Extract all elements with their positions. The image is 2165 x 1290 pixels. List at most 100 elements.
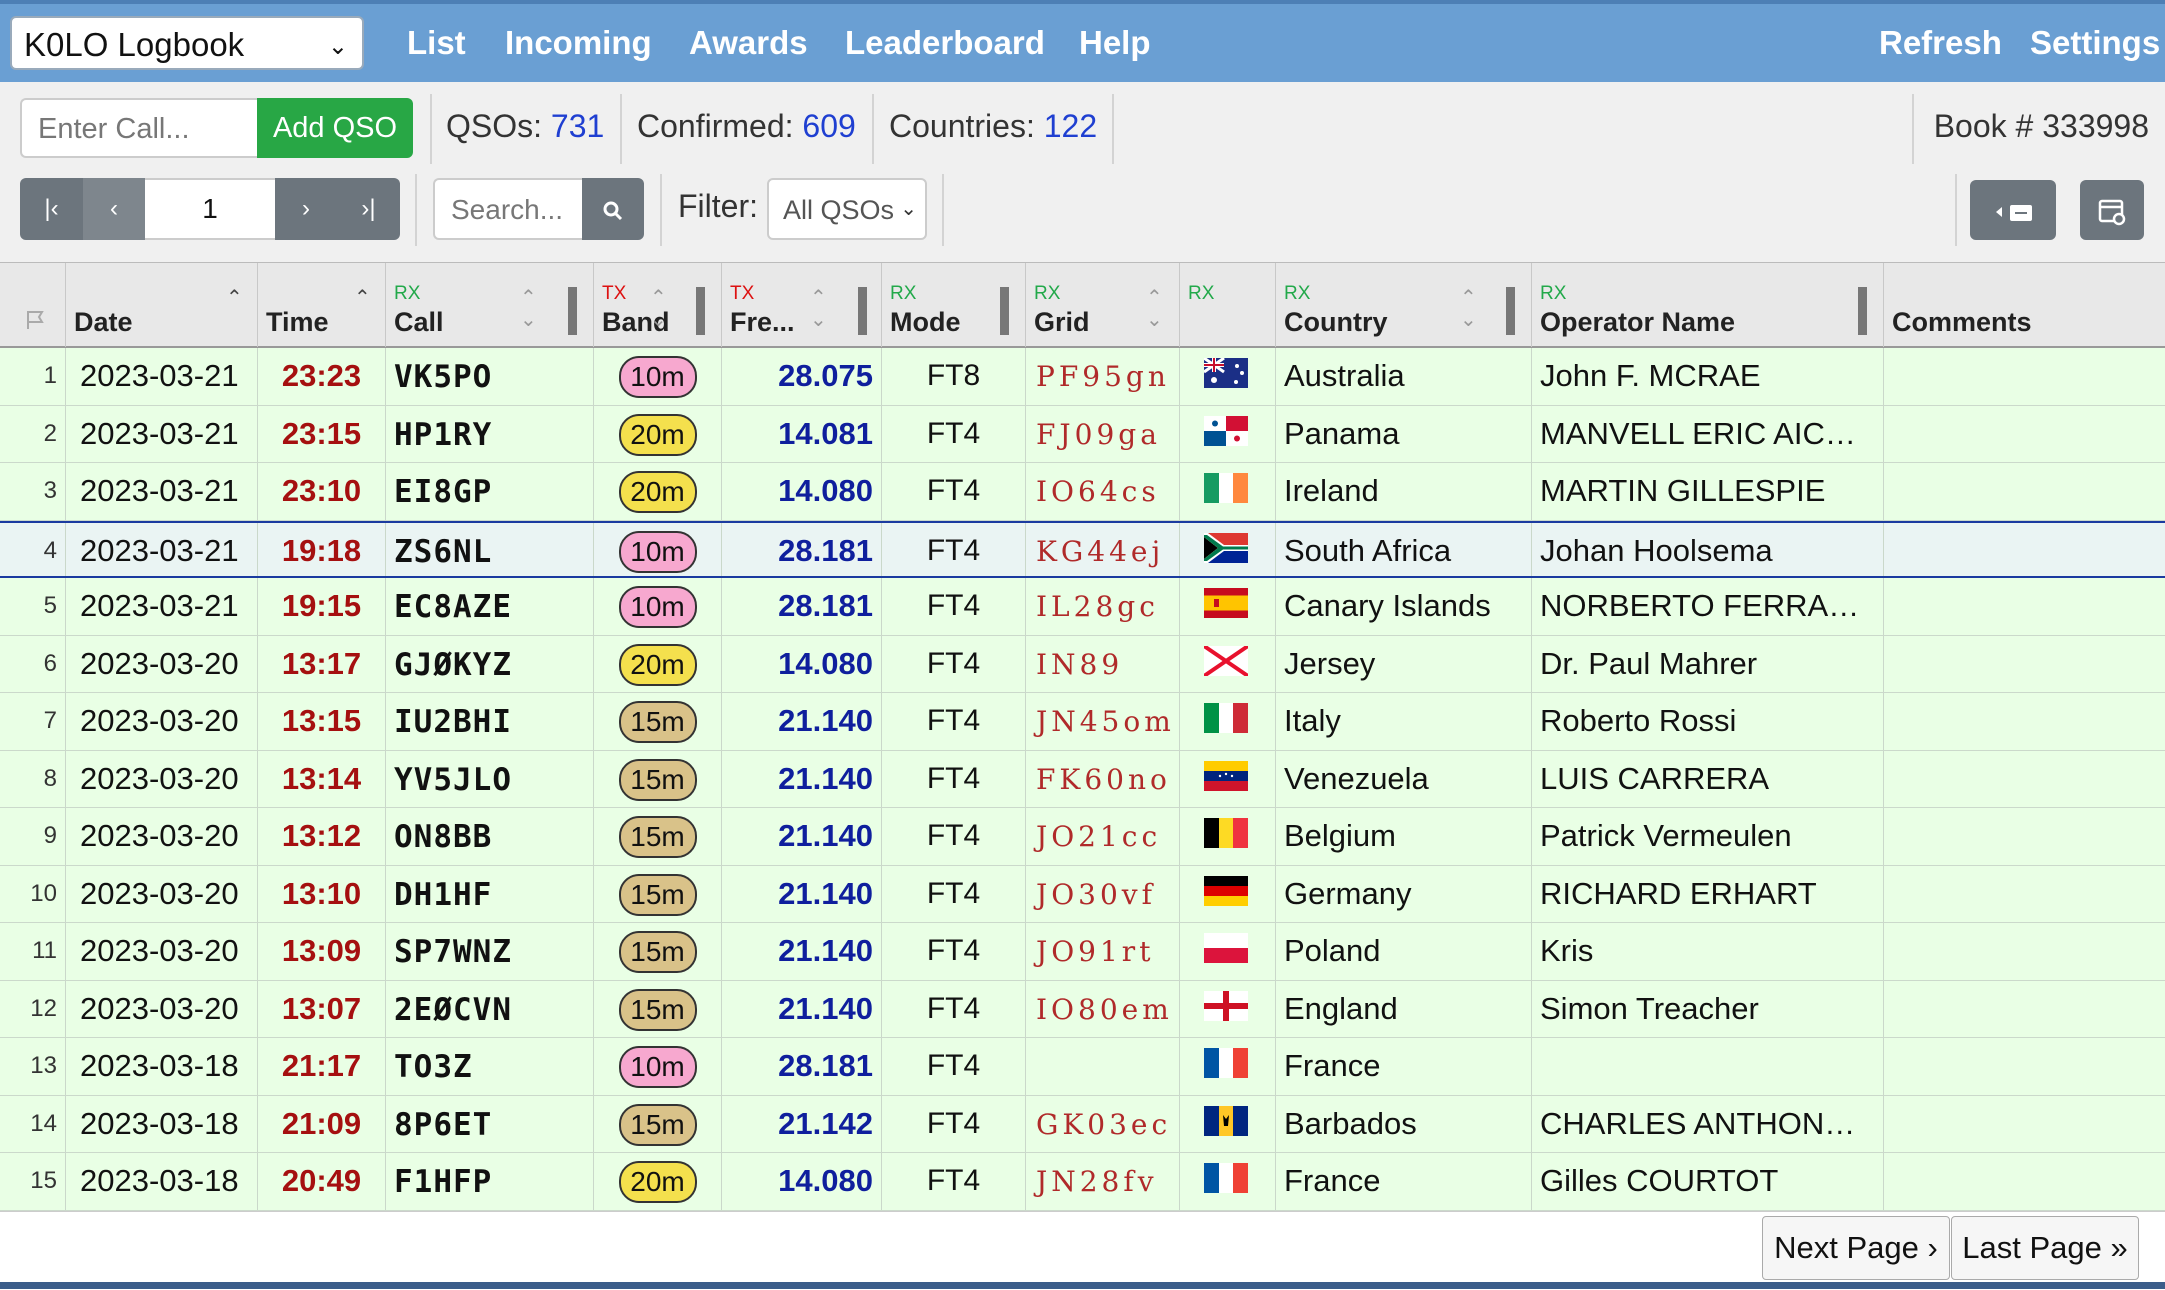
cell-comments[interactable] — [1884, 693, 2165, 750]
cell-call[interactable]: TO3Z — [386, 1038, 594, 1095]
nav-list[interactable]: List — [407, 24, 466, 62]
cell-band: 10m — [594, 578, 722, 635]
call-input[interactable]: Enter Call... — [20, 98, 258, 158]
last-page-button[interactable]: ›| — [337, 178, 400, 240]
header-country-label: Country — [1284, 307, 1388, 337]
page-number-input[interactable]: 1 — [145, 178, 275, 240]
table-row[interactable]: 3 2023-03-21 23:10 EI8GP 20m 14.080 FT4 IO64cs I… — [0, 463, 2165, 521]
table-row[interactable]: 5 2023-03-21 19:15 EC8AZE 10m 28.181 FT4 IL28gc… — [0, 578, 2165, 636]
countries-value[interactable]: 122 — [1044, 108, 1097, 144]
filter-select[interactable]: All QSOs ⌄ — [767, 178, 927, 240]
nav-settings[interactable]: Settings — [2030, 24, 2160, 62]
sort-both-icon: ⌃ ⌄ — [520, 287, 537, 331]
cell-comments[interactable] — [1884, 523, 2165, 577]
next-page-link[interactable]: Next Page › — [1762, 1216, 1950, 1280]
cell-comments[interactable] — [1884, 1038, 2165, 1095]
table-row[interactable]: 15 2023-03-18 20:49 F1HFP 20m 14.080 FT4 JN28fv… — [0, 1153, 2165, 1211]
table-row[interactable]: 10 2023-03-20 13:10 DH1HF 15m 21.140 FT4 JO30vf… — [0, 865, 2165, 923]
header-time[interactable]: Time ⌃ — [258, 263, 386, 347]
cell-call[interactable]: IU2BHI — [386, 693, 594, 750]
confirmed-value[interactable]: 609 — [802, 108, 855, 144]
cell-call[interactable]: ON8BB — [386, 808, 594, 865]
cell-comments[interactable] — [1884, 923, 2165, 980]
logbook-select[interactable]: K0LO Logbook ⌄ — [10, 16, 364, 70]
column-resize-handle[interactable] — [568, 287, 577, 335]
header-mode[interactable]: RX Mode — [882, 263, 1026, 347]
cell-call[interactable]: DH1HF — [386, 865, 594, 922]
column-resize-handle[interactable] — [696, 287, 705, 335]
search-input[interactable]: Search... — [433, 178, 583, 240]
last-page-link[interactable]: Last Page » — [1951, 1216, 2139, 1280]
table-row[interactable]: 11 2023-03-20 13:09 SP7WNZ 15m 21.140 FT4 JO91r… — [0, 923, 2165, 981]
column-resize-handle[interactable] — [1000, 287, 1009, 335]
table-row[interactable]: 7 2023-03-20 13:15 IU2BHI 15m 21.140 FT4 JN45om… — [0, 693, 2165, 751]
cell-call[interactable]: EI8GP — [386, 463, 594, 520]
header-operator[interactable]: RX Operator Name — [1532, 263, 1884, 347]
table-settings-button[interactable] — [2080, 180, 2144, 240]
prev-page-button[interactable]: ‹ — [83, 178, 145, 240]
band-badge: 10m — [618, 530, 697, 573]
cell-call[interactable]: ZS6NL — [386, 522, 594, 576]
nav-help[interactable]: Help — [1079, 24, 1151, 62]
table-row[interactable]: 1 2023-03-21 23:23 VK5PO 10m 28.075 FT8 PF95gn A… — [0, 348, 2165, 406]
cell-call[interactable]: 2EØCVN — [386, 980, 594, 1037]
nav-awards[interactable]: Awards — [689, 24, 808, 62]
add-qso-button[interactable]: Add QSO — [257, 98, 413, 158]
header-time-label: Time — [266, 307, 329, 337]
nav-refresh[interactable]: Refresh — [1879, 24, 2002, 62]
cell-mode: FT4 — [882, 1153, 1026, 1210]
cell-comments[interactable] — [1884, 636, 2165, 693]
table-row[interactable]: 13 2023-03-18 21:17 TO3Z 10m 28.181 FT4 France — [0, 1038, 2165, 1096]
table-row[interactable]: 4 2023-03-21 19:18 ZS6NL 10m 28.181 FT4 KG44ej S… — [0, 520, 2165, 578]
cell-comments[interactable] — [1884, 578, 2165, 635]
cell-flag — [1180, 1038, 1276, 1095]
cell-call[interactable]: SP7WNZ — [386, 923, 594, 980]
band-badge: 15m — [618, 1103, 697, 1146]
qsos-value[interactable]: 731 — [551, 108, 604, 144]
cell-call[interactable]: 8P6ET — [386, 1095, 594, 1152]
header-freq[interactable]: TX Fre... ⌃ ⌄ — [722, 263, 882, 347]
cell-call[interactable]: GJØKYZ — [386, 635, 594, 692]
header-call[interactable]: RX Call ⌃ ⌄ — [386, 263, 594, 347]
table-row[interactable]: 6 2023-03-20 13:17 GJØKYZ 20m 14.080 FT4 IN89 Je… — [0, 635, 2165, 693]
cell-comments[interactable] — [1884, 981, 2165, 1038]
header-country[interactable]: RX Country ⌃ ⌄ — [1276, 263, 1532, 347]
cell-band: 15m — [594, 750, 722, 807]
column-resize-handle[interactable] — [1858, 287, 1867, 335]
cell-comments[interactable] — [1884, 406, 2165, 463]
nav-incoming[interactable]: Incoming — [505, 24, 652, 62]
cell-grid: JN28fv — [1026, 1153, 1180, 1210]
column-resize-handle[interactable] — [1506, 287, 1515, 335]
table-row[interactable]: 12 2023-03-20 13:07 2EØCVN 15m 21.140 FT4 IO80e… — [0, 980, 2165, 1038]
cell-comments[interactable] — [1884, 866, 2165, 923]
last-page-icon: ›| — [361, 195, 376, 222]
header-grid[interactable]: RX Grid ⌃ ⌄ — [1026, 263, 1180, 347]
table-row[interactable]: 2 2023-03-21 23:15 HP1RY 20m 14.081 FT4 FJ09ga P… — [0, 405, 2165, 463]
first-page-button[interactable]: |‹ — [20, 178, 83, 240]
sort-asc-icon: ⌃ — [354, 287, 371, 309]
header-date[interactable]: Date ⌃ — [66, 263, 258, 347]
collapse-panel-button[interactable] — [1970, 180, 2056, 240]
cell-comments[interactable] — [1884, 463, 2165, 520]
cell-comments[interactable] — [1884, 348, 2165, 405]
cell-comments[interactable] — [1884, 751, 2165, 808]
table-row[interactable]: 9 2023-03-20 13:12 ON8BB 15m 21.140 FT4 JO21cc B… — [0, 808, 2165, 866]
cell-comments[interactable] — [1884, 1153, 2165, 1210]
cell-freq: 21.142 — [722, 1095, 882, 1152]
table-row[interactable]: 14 2023-03-18 21:09 8P6ET 15m 21.142 FT4 GK03ec… — [0, 1095, 2165, 1153]
cell-call[interactable]: VK5PO — [386, 348, 594, 405]
next-page-button[interactable]: › — [275, 178, 337, 240]
cell-call[interactable]: YV5JLO — [386, 750, 594, 807]
table-row[interactable]: 8 2023-03-20 13:14 YV5JLO 15m 21.140 FT4 FK60no… — [0, 750, 2165, 808]
cell-comments[interactable] — [1884, 808, 2165, 865]
cell-call[interactable]: EC8AZE — [386, 578, 594, 635]
cell-comments[interactable] — [1884, 1096, 2165, 1153]
column-resize-handle[interactable] — [858, 287, 867, 335]
search-icon — [603, 201, 623, 221]
header-band[interactable]: TX Band ⌃ ⌄ — [594, 263, 722, 347]
cell-call[interactable]: F1HFP — [386, 1153, 594, 1210]
nav-leaderboard[interactable]: Leaderboard — [845, 24, 1045, 62]
search-button[interactable] — [582, 178, 644, 240]
header-comments[interactable]: Comments — [1884, 263, 2165, 347]
cell-call[interactable]: HP1RY — [386, 405, 594, 462]
